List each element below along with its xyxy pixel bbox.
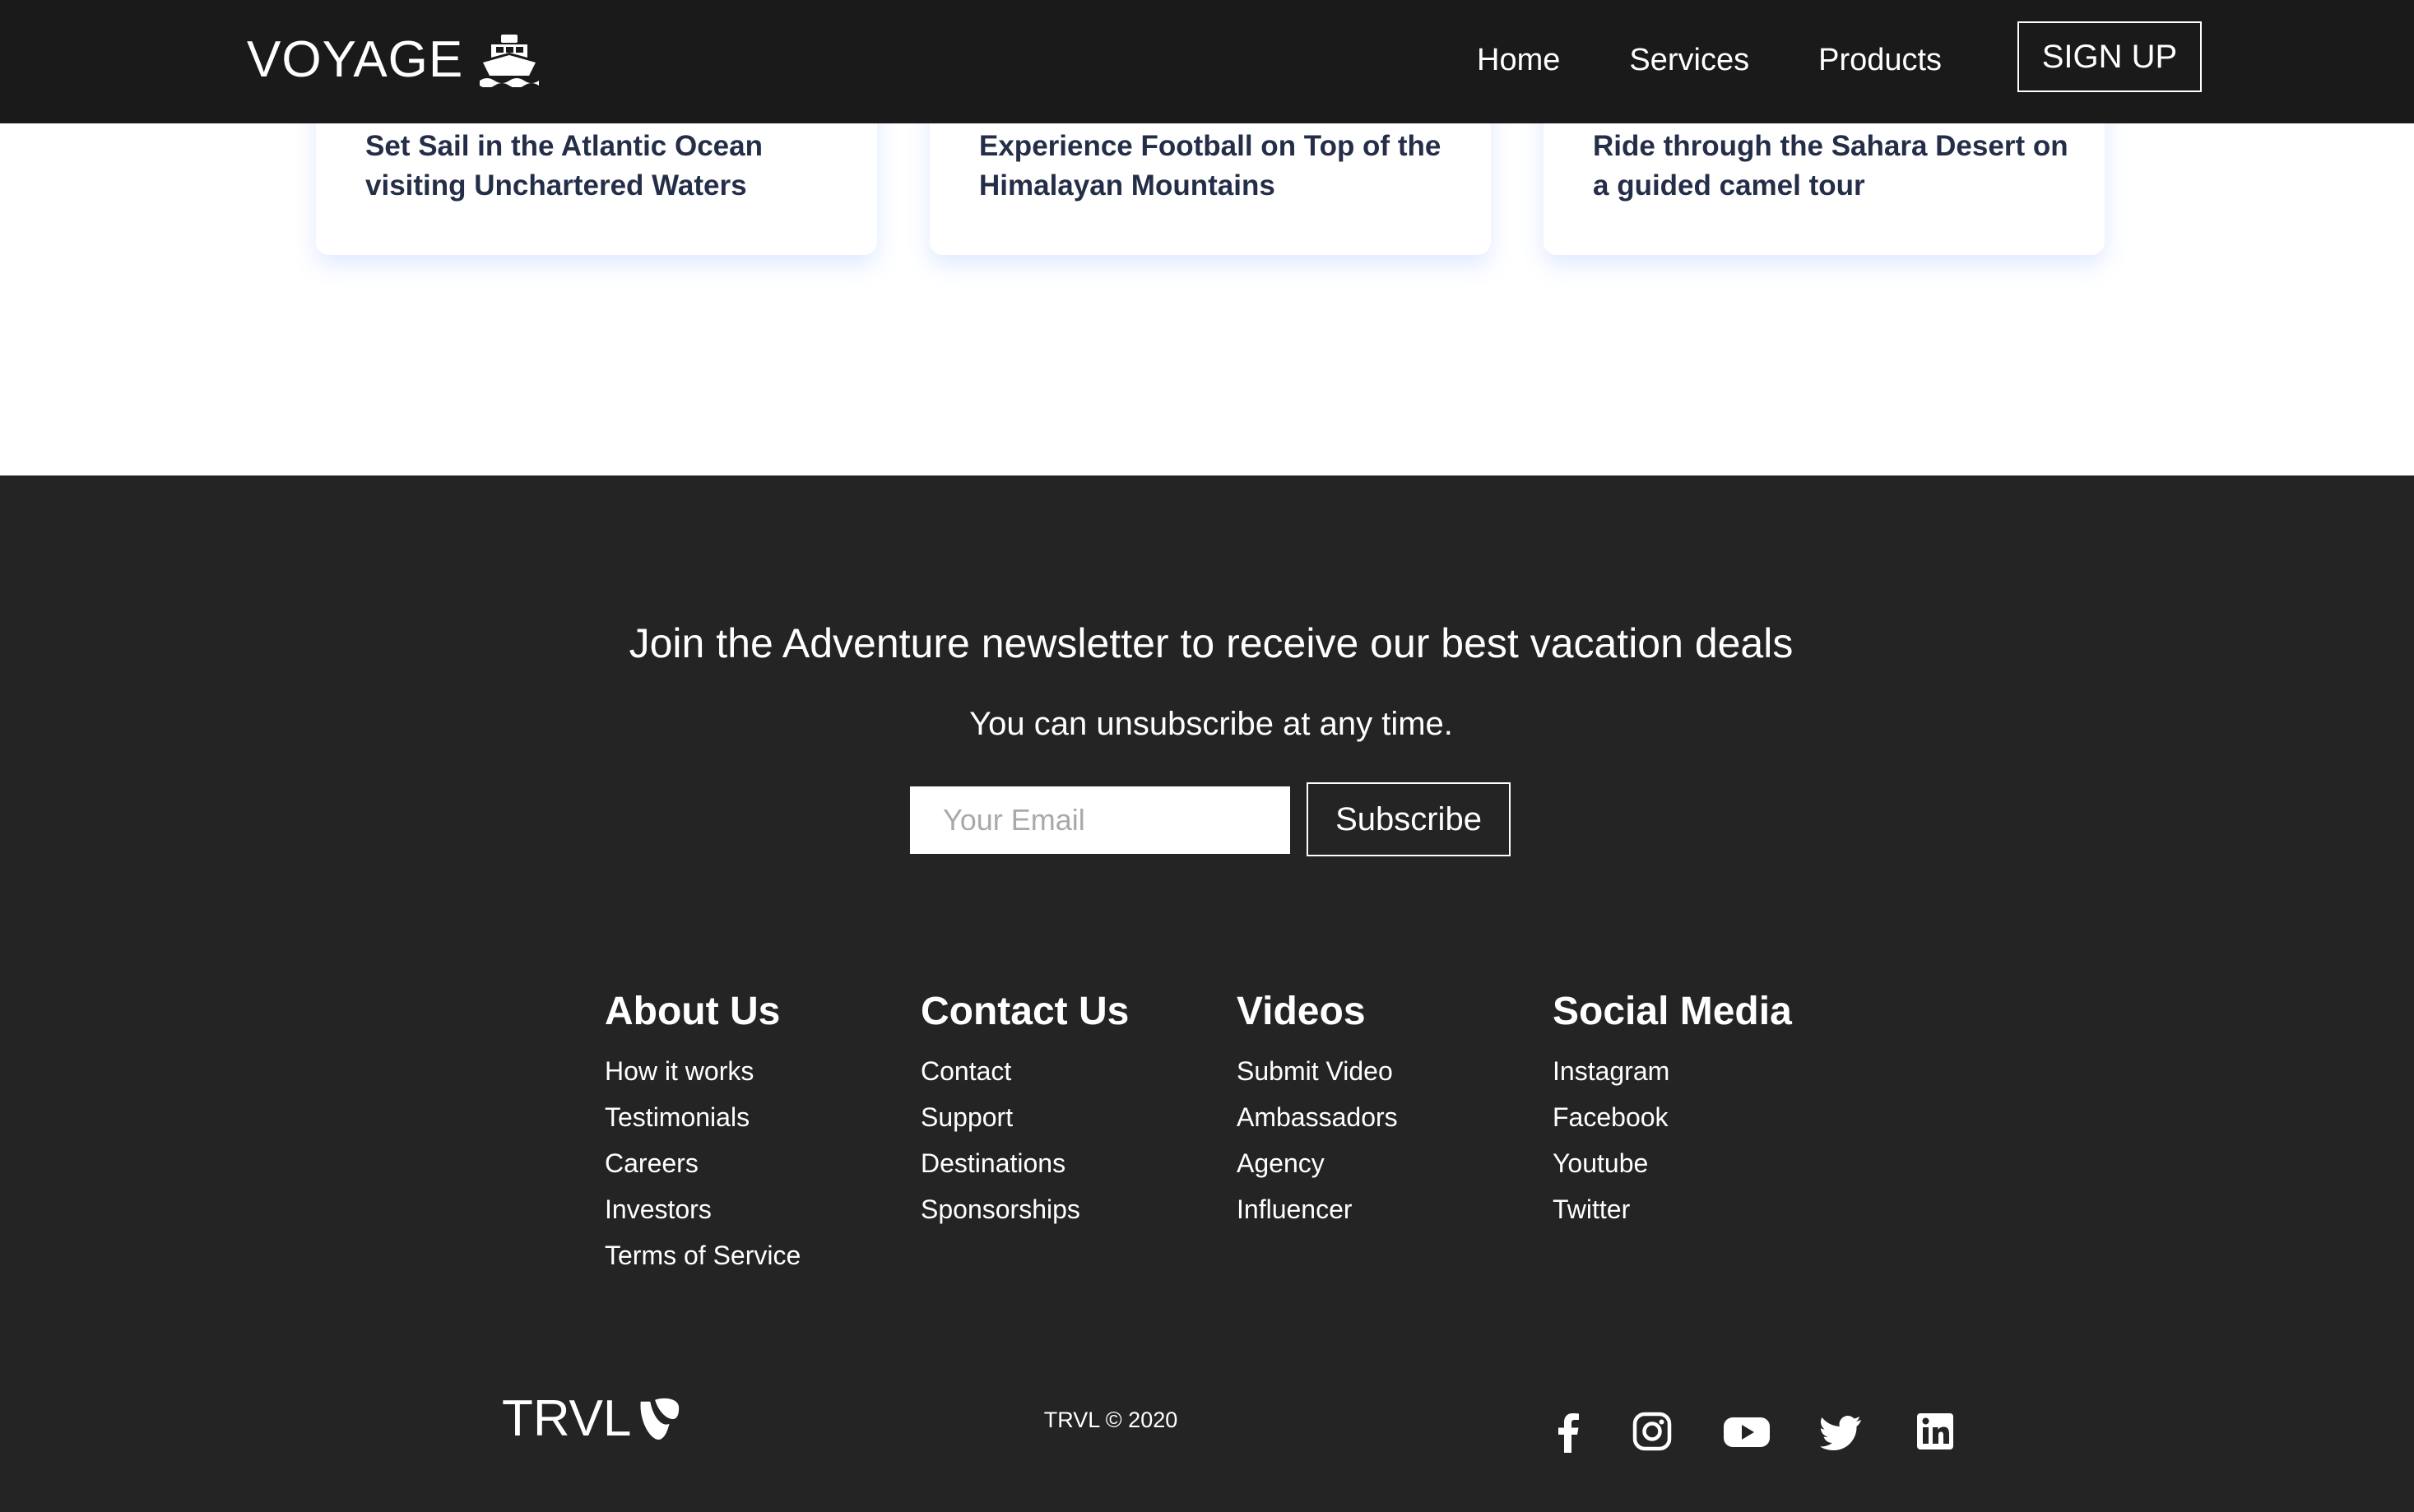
twitter-icon[interactable] [1820,1410,1863,1453]
column-heading: Social Media [1553,990,1792,1033]
footer-link[interactable]: Influencer [1237,1186,1533,1232]
navbar: VOYAGE Home Services Products SIGN UP [0,0,2414,123]
column-heading: Videos [1237,990,1366,1033]
footer-link[interactable]: Twitter [1553,1186,1849,1232]
footer-link[interactable]: Facebook [1553,1094,1849,1140]
copyright-text: TRVL © 2020 [1043,1408,1178,1432]
nav-home[interactable]: Home [1477,35,1560,86]
facebook-icon[interactable] [1547,1410,1590,1453]
footer-column-about: About Us How it works Testimonials Caree… [605,979,901,1278]
logo-text: VOYAGE [247,31,464,88]
newsletter-subtext: You can unsubscribe at any time. [969,706,1453,742]
column-heading: About Us [605,990,781,1033]
ship-icon [478,33,541,88]
card-title: Ride through the Sahara Desert on a guid… [1593,130,2068,202]
email-input[interactable] [910,786,1290,854]
footer-link[interactable]: Destinations [921,1140,1217,1186]
footer-link[interactable]: Contact [921,1048,1217,1094]
footer-link[interactable]: Submit Video [1237,1048,1533,1094]
card-title: Set Sail in the Atlantic Ocean visiting … [365,130,763,202]
footer-link[interactable]: Youtube [1553,1140,1849,1186]
footer-column-videos: Videos Submit Video Ambassadors Agency I… [1237,979,1533,1232]
footer-link[interactable]: Investors [605,1186,901,1232]
linkedin-icon[interactable] [1914,1410,1957,1453]
navbar-logo[interactable]: VOYAGE [247,23,541,97]
footer-link[interactable]: Sponsorships [921,1186,1217,1232]
footer-link[interactable]: Careers [605,1140,901,1186]
footer-logo-text: TRVL [502,1390,632,1447]
footer-link[interactable]: Support [921,1094,1217,1140]
nav-services[interactable]: Services [1629,35,1749,86]
column-heading: Contact Us [921,990,1130,1033]
youtube-icon[interactable] [1723,1410,1771,1453]
footer-column-social: Social Media Instagram Facebook Youtube … [1553,979,1849,1232]
footer-link[interactable]: Instagram [1553,1048,1849,1094]
footer-logo[interactable]: TRVL [502,1390,682,1448]
subscribe-button[interactable]: Subscribe [1307,782,1511,856]
card-title: Experience Football on Top of the Himala… [979,130,1441,202]
footer-column-contact: Contact Us Contact Support Destinations … [921,979,1217,1232]
newsletter-heading: Join the Adventure newsletter to receive… [629,620,1794,666]
footer-link[interactable]: Terms of Service [605,1232,901,1278]
footer-link[interactable]: How it works [605,1048,901,1094]
footer-link[interactable]: Agency [1237,1140,1533,1186]
footer-link[interactable]: Ambassadors [1237,1094,1533,1140]
instagram-icon[interactable] [1631,1410,1674,1453]
nav-links: Home Services Products [1477,35,2011,86]
typo3-icon [640,1398,680,1440]
footer-link[interactable]: Testimonials [605,1094,901,1140]
sign-up-button[interactable]: SIGN UP [2017,21,2202,92]
nav-products[interactable]: Products [1818,35,1942,86]
